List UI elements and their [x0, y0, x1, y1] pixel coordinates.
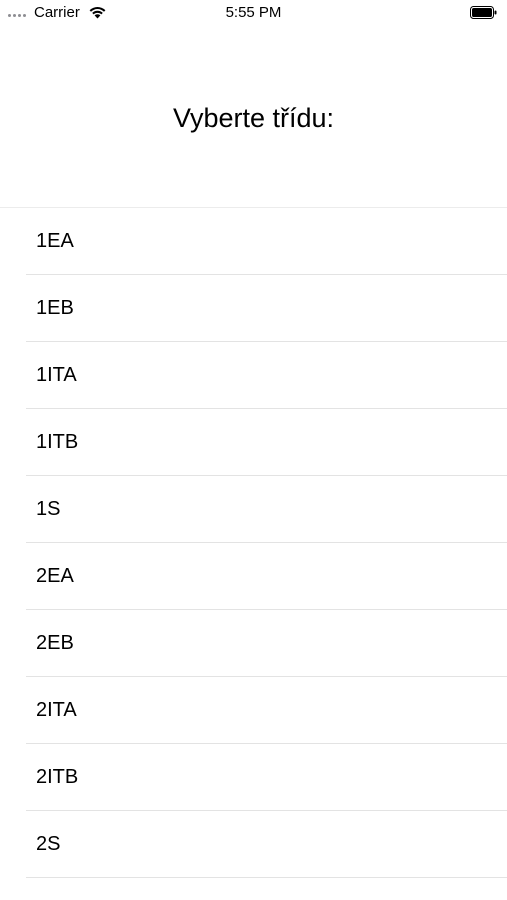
- class-item-1s[interactable]: 1S: [0, 476, 507, 543]
- battery-icon: [470, 6, 497, 19]
- status-bar: Carrier 5:55 PM: [0, 0, 507, 26]
- class-item-1ea[interactable]: 1EA: [0, 208, 507, 275]
- class-item-2eb[interactable]: 2EB: [0, 610, 507, 677]
- page-title: Vyberte třídu:: [172, 103, 335, 133]
- class-item-2itb[interactable]: 2ITB: [0, 744, 507, 811]
- class-item-1ita[interactable]: 1ITA: [0, 342, 507, 409]
- class-item-2ita[interactable]: 2ITA: [0, 677, 507, 744]
- class-item-2ea[interactable]: 2EA: [0, 543, 507, 610]
- class-item-1eb[interactable]: 1EB: [0, 275, 507, 342]
- class-item-1itb[interactable]: 1ITB: [0, 409, 507, 476]
- class-item-2s[interactable]: 2S: [0, 811, 507, 878]
- clock: 5:55 PM: [225, 4, 282, 21]
- class-list: 1EA 1EB 1ITA 1ITB 1S 2EA 2EB 2ITA 2ITB 2…: [0, 207, 507, 878]
